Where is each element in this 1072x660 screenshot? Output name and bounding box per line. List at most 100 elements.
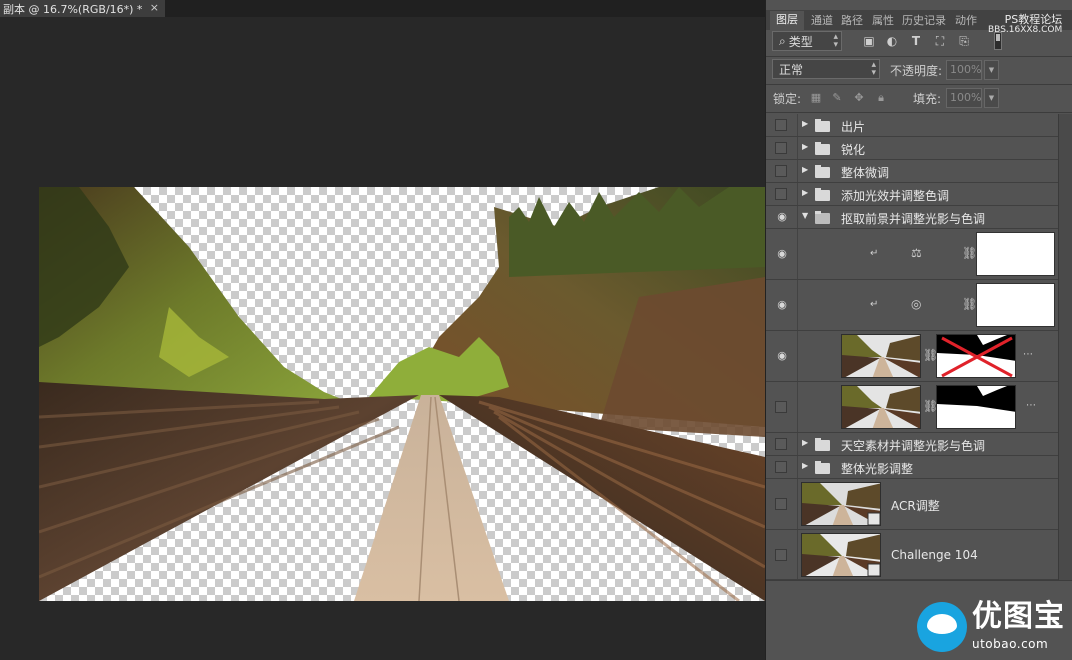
fill-dropdown-icon[interactable]: ▼ bbox=[984, 88, 999, 108]
layer-row-pixel[interactable]: ◉ ⛓ ⋯ bbox=[766, 331, 1058, 382]
search-icon: ⌕ bbox=[779, 33, 786, 48]
expand-arrow-icon[interactable]: ▶ bbox=[802, 188, 808, 197]
layer-row-smart-object[interactable]: Challenge 104 bbox=[766, 530, 1058, 580]
expand-arrow-icon[interactable]: ▶ bbox=[802, 438, 808, 447]
tab-properties[interactable]: 属性 bbox=[872, 12, 894, 30]
divider bbox=[797, 382, 798, 432]
divider bbox=[797, 433, 798, 455]
disabled-mask-thumbnail[interactable] bbox=[936, 334, 1016, 378]
layer-thumbnail-image bbox=[802, 483, 880, 525]
tab-paths[interactable]: 路径 bbox=[841, 12, 863, 30]
layer-mask-thumbnail[interactable] bbox=[976, 283, 1055, 327]
adjustment-filter-icon[interactable]: ◐ bbox=[885, 35, 899, 48]
opacity-dropdown-icon[interactable]: ▼ bbox=[984, 60, 999, 80]
bird-logo-icon bbox=[917, 602, 967, 652]
visibility-toggle[interactable] bbox=[775, 142, 787, 154]
lock-transparent-icon[interactable]: ▦ bbox=[810, 92, 822, 104]
layer-thumbnail[interactable] bbox=[841, 385, 921, 429]
link-icon[interactable]: ⛓ bbox=[962, 297, 977, 311]
layer-name: ACR调整 bbox=[891, 499, 940, 513]
filter-toggle[interactable] bbox=[994, 32, 1002, 50]
divider bbox=[766, 112, 1072, 113]
expand-arrow-icon[interactable]: ▶ bbox=[802, 142, 808, 151]
divider bbox=[797, 479, 798, 529]
eye-icon[interactable]: ◉ bbox=[775, 211, 789, 223]
mask-disabled-graphic bbox=[937, 335, 1015, 377]
clipping-arrow-icon: ↵ bbox=[870, 248, 879, 259]
visibility-toggle[interactable] bbox=[775, 438, 787, 450]
visibility-toggle[interactable] bbox=[775, 549, 787, 561]
smartobject-filter-icon[interactable]: ⎘ bbox=[957, 35, 971, 48]
lock-all-icon[interactable]: 🔒︎ bbox=[875, 92, 887, 104]
visibility-toggle[interactable] bbox=[775, 401, 787, 413]
blend-mode-label: 正常 bbox=[779, 62, 804, 77]
folder-icon bbox=[815, 438, 830, 451]
folder-icon bbox=[815, 188, 830, 201]
visibility-toggle[interactable] bbox=[775, 119, 787, 131]
close-icon[interactable]: × bbox=[150, 1, 159, 14]
layer-row-adjustment[interactable]: ◉ ↵ ⚖ ⛓ bbox=[766, 229, 1058, 280]
visibility-toggle[interactable] bbox=[775, 188, 787, 200]
more-icon[interactable]: ⋯ bbox=[1026, 400, 1036, 411]
layer-row-smart-object[interactable]: ACR调整 bbox=[766, 479, 1058, 530]
visibility-toggle[interactable] bbox=[775, 165, 787, 177]
opacity-input[interactable]: 100% bbox=[946, 60, 982, 80]
layer-mask-thumbnail[interactable] bbox=[976, 232, 1055, 276]
filter-kind-select[interactable]: ⌕ 类型 ▴ ▾ bbox=[772, 31, 842, 51]
layer-thumbnail[interactable] bbox=[801, 482, 881, 526]
tab-history[interactable]: 历史记录 bbox=[902, 12, 946, 30]
expand-arrow-icon[interactable]: ▶ bbox=[802, 119, 808, 128]
lock-label: 锁定: bbox=[773, 92, 802, 106]
layer-row-group[interactable]: ▶ 整体微调 bbox=[766, 160, 1058, 183]
watermark-title: 优图宝 bbox=[972, 599, 1065, 634]
layer-row-group-expanded[interactable]: ◉ ▼ 抠取前景并调整光影与色调 bbox=[766, 206, 1058, 229]
divider bbox=[797, 137, 798, 159]
watermark-url: utobao.com bbox=[972, 637, 1049, 651]
link-icon[interactable]: ⛓ bbox=[962, 246, 977, 260]
more-icon[interactable]: ⋯ bbox=[1023, 349, 1033, 360]
visibility-toggle[interactable] bbox=[775, 461, 787, 473]
layer-thumbnail[interactable] bbox=[841, 334, 921, 378]
type-filter-icon[interactable]: T bbox=[909, 35, 923, 48]
layer-row-group[interactable]: ▶ 整体光影调整 bbox=[766, 456, 1058, 479]
divider bbox=[797, 160, 798, 182]
layer-name: 整体光影调整 bbox=[841, 462, 914, 476]
lock-paint-icon[interactable]: ✎ bbox=[831, 92, 843, 104]
blend-mode-select[interactable]: 正常 ▴ ▾ bbox=[772, 59, 880, 79]
layer-row-pixel[interactable]: ⛓ ⋯ bbox=[766, 382, 1058, 433]
expand-arrow-icon[interactable]: ▶ bbox=[802, 165, 808, 174]
canvas-area[interactable] bbox=[0, 17, 765, 660]
document-tab[interactable]: 副本 @ 16.7%(RGB/16*) * × bbox=[0, 0, 165, 17]
layer-row-group[interactable]: ▶ 出片 bbox=[766, 114, 1058, 137]
layer-row-adjustment[interactable]: ◉ ↵ ◎ ⛓ bbox=[766, 280, 1058, 331]
divider bbox=[797, 114, 798, 136]
collapse-arrow-icon[interactable]: ▼ bbox=[802, 211, 808, 220]
fill-input[interactable]: 100% bbox=[946, 88, 982, 108]
tab-channels[interactable]: 通道 bbox=[811, 12, 833, 30]
shape-filter-icon[interactable]: ⛶ bbox=[933, 35, 947, 48]
layer-thumbnail[interactable] bbox=[801, 533, 881, 577]
folder-open-icon bbox=[815, 211, 830, 224]
divider bbox=[766, 84, 1072, 85]
layer-name: 抠取前景并调整光影与色调 bbox=[841, 212, 986, 226]
layer-row-group[interactable]: ▶ 天空素材并调整光影与色调 bbox=[766, 433, 1058, 456]
pixel-filter-icon[interactable]: ▣ bbox=[862, 35, 876, 48]
canvas-image[interactable] bbox=[39, 187, 765, 601]
mask-graphic bbox=[937, 386, 1015, 428]
eye-icon[interactable]: ◉ bbox=[775, 350, 789, 362]
layer-thumbnail-image bbox=[842, 386, 920, 428]
visibility-toggle[interactable] bbox=[775, 498, 787, 510]
eye-icon[interactable]: ◉ bbox=[775, 248, 789, 260]
camera-raw-icon[interactable]: ◎ bbox=[911, 297, 921, 311]
eye-icon[interactable]: ◉ bbox=[775, 299, 789, 311]
tab-layers[interactable]: 图层 bbox=[770, 11, 804, 30]
layer-row-group[interactable]: ▶ 锐化 bbox=[766, 137, 1058, 160]
color-balance-icon[interactable]: ⚖ bbox=[911, 246, 922, 260]
tab-actions[interactable]: 动作 bbox=[955, 12, 977, 30]
lock-move-icon[interactable]: ✥ bbox=[853, 92, 865, 104]
expand-arrow-icon[interactable]: ▶ bbox=[802, 461, 808, 470]
layer-mask-thumbnail[interactable] bbox=[936, 385, 1016, 429]
layer-row-group[interactable]: ▶ 添加光效并调整色调 bbox=[766, 183, 1058, 206]
panel-tab-bar: 图层 通道 路径 属性 历史记录 动作 PS教程论坛 BBS.16XX8.COM bbox=[766, 10, 1072, 35]
layers-scrollbar[interactable] bbox=[1058, 114, 1072, 580]
